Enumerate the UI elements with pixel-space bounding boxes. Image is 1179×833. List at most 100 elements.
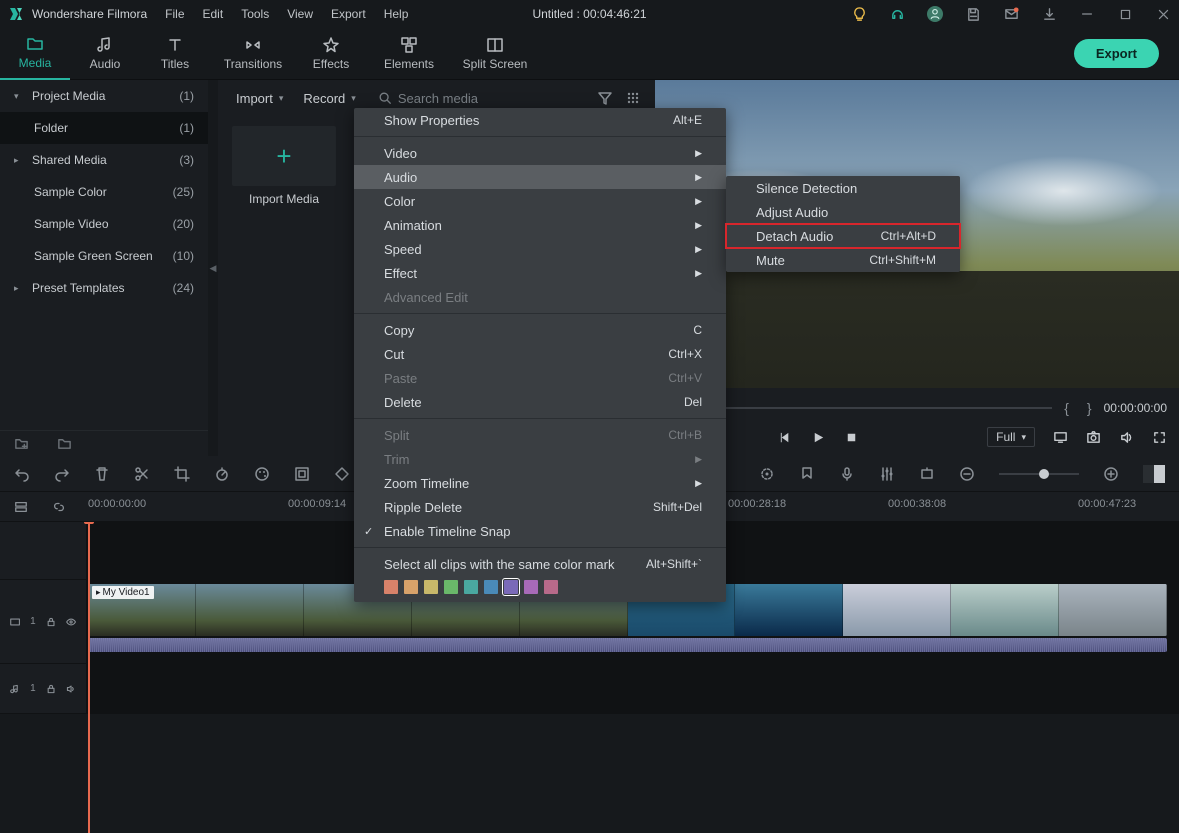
menu-item-show-properties[interactable]: Show PropertiesAlt+E <box>354 108 726 132</box>
render-icon[interactable] <box>759 466 775 482</box>
snapshot-icon[interactable] <box>1086 430 1101 445</box>
sidebar-item-project-media[interactable]: ▾Project Media(1) <box>0 80 208 112</box>
sidebar-item-preset-templates[interactable]: ▸Preset Templates(24) <box>0 272 208 304</box>
filter-icon[interactable] <box>597 90 613 106</box>
tab-titles[interactable]: Titles <box>140 28 210 80</box>
color-icon[interactable] <box>254 466 270 482</box>
folder-icon[interactable] <box>57 436 72 451</box>
color-swatch[interactable] <box>524 580 538 594</box>
add-marker-icon[interactable] <box>919 466 935 482</box>
undo-icon[interactable] <box>14 466 30 482</box>
voiceover-icon[interactable] <box>839 466 855 482</box>
menu-item-select-all-clips-with-the-same-color-mark[interactable]: Select all clips with the same color mar… <box>354 552 726 576</box>
color-swatch[interactable] <box>544 580 558 594</box>
support-icon[interactable] <box>889 6 905 22</box>
track-adjust-icon[interactable] <box>14 500 28 514</box>
menu-item-ripple-delete[interactable]: Ripple DeleteShift+Del <box>354 495 726 519</box>
sidebar-item-sample-color[interactable]: Sample Color(25) <box>0 176 208 208</box>
eye-icon[interactable] <box>66 616 76 628</box>
mark-out-icon[interactable]: } <box>1087 400 1092 416</box>
keyframe-icon[interactable] <box>334 466 350 482</box>
tab-elements[interactable]: Elements <box>366 28 452 80</box>
new-folder-icon[interactable] <box>14 436 29 451</box>
menu-item-color[interactable]: Color▶ <box>354 189 726 213</box>
speed-icon[interactable] <box>214 466 230 482</box>
tab-media[interactable]: Media <box>0 28 70 80</box>
menu-item-effect[interactable]: Effect▶ <box>354 261 726 285</box>
skip-back-icon[interactable] <box>778 430 793 445</box>
color-swatch[interactable] <box>384 580 398 594</box>
lock-icon[interactable] <box>46 683 56 695</box>
color-swatch[interactable] <box>424 580 438 594</box>
tab-transitions[interactable]: Transitions <box>210 28 296 80</box>
menu-item-animation[interactable]: Animation▶ <box>354 213 726 237</box>
menu-export[interactable]: Export <box>331 7 366 21</box>
delete-icon[interactable] <box>94 466 110 482</box>
minimize-icon[interactable] <box>1079 6 1095 22</box>
zoom-in-icon[interactable] <box>1103 466 1119 482</box>
record-dropdown[interactable]: Record▾ <box>299 88 359 109</box>
grid-view-icon[interactable] <box>625 90 641 106</box>
fullscreen-icon[interactable] <box>1152 430 1167 445</box>
menu-item-enable-timeline-snap[interactable]: Enable Timeline Snap <box>354 519 726 543</box>
menu-item-silence-detection[interactable]: Silence Detection <box>726 176 960 200</box>
playhead[interactable] <box>88 522 90 833</box>
menu-item-adjust-audio[interactable]: Adjust Audio <box>726 200 960 224</box>
menu-item-audio[interactable]: Audio▶ <box>354 165 726 189</box>
split-icon[interactable] <box>134 466 150 482</box>
menu-item-mute[interactable]: MuteCtrl+Shift+M <box>726 248 960 272</box>
menu-view[interactable]: View <box>287 7 313 21</box>
tab-effects[interactable]: Effects <box>296 28 366 80</box>
stop-icon[interactable] <box>844 430 859 445</box>
color-swatch[interactable] <box>444 580 458 594</box>
sidebar-item-shared-media[interactable]: ▸Shared Media(3) <box>0 144 208 176</box>
link-icon[interactable] <box>52 500 66 514</box>
zoom-out-icon[interactable] <box>959 466 975 482</box>
track-body-audio2[interactable] <box>86 664 1179 713</box>
message-icon[interactable] <box>1003 6 1019 22</box>
menu-edit[interactable]: Edit <box>203 7 224 21</box>
menu-tools[interactable]: Tools <box>241 7 269 21</box>
save-icon[interactable] <box>965 6 981 22</box>
sidebar-item-sample-green-screen[interactable]: Sample Green Screen(10) <box>0 240 208 272</box>
color-swatch[interactable] <box>504 580 518 594</box>
tips-icon[interactable] <box>851 6 867 22</box>
quality-dropdown[interactable]: Full▾ <box>987 427 1035 447</box>
menu-item-video[interactable]: Video▶ <box>354 141 726 165</box>
import-dropdown[interactable]: Import▾ <box>232 88 287 109</box>
download-icon[interactable] <box>1041 6 1057 22</box>
maximize-icon[interactable] <box>1117 6 1133 22</box>
display-icon[interactable] <box>1053 430 1068 445</box>
volume-icon[interactable] <box>1119 430 1134 445</box>
audio-waveform[interactable] <box>88 638 1167 652</box>
audio-mixer-icon[interactable] <box>879 466 895 482</box>
menu-item-copy[interactable]: CopyC <box>354 318 726 342</box>
account-icon[interactable] <box>927 6 943 22</box>
collapse-handle[interactable]: ◀ <box>208 80 218 456</box>
tab-split-screen[interactable]: Split Screen <box>452 28 538 80</box>
play-icon[interactable] <box>811 430 826 445</box>
export-button[interactable]: Export <box>1074 39 1159 68</box>
zoom-fit-icon[interactable] <box>1143 465 1165 483</box>
mark-in-icon[interactable]: { <box>1064 400 1069 416</box>
menu-item-zoom-timeline[interactable]: Zoom Timeline▶ <box>354 471 726 495</box>
color-swatch[interactable] <box>484 580 498 594</box>
crop-icon[interactable] <box>174 466 190 482</box>
green-screen-icon[interactable] <box>294 466 310 482</box>
marker-icon[interactable] <box>799 466 815 482</box>
import-media-card[interactable]: + Import Media <box>232 126 336 206</box>
tab-audio[interactable]: Audio <box>70 28 140 80</box>
menu-help[interactable]: Help <box>384 7 409 21</box>
zoom-slider[interactable] <box>999 473 1079 475</box>
mute-icon[interactable] <box>66 683 76 695</box>
menu-item-cut[interactable]: CutCtrl+X <box>354 342 726 366</box>
close-icon[interactable] <box>1155 6 1171 22</box>
search-input[interactable] <box>398 91 518 106</box>
lock-icon[interactable] <box>46 616 56 628</box>
menu-item-detach-audio[interactable]: Detach AudioCtrl+Alt+D <box>726 224 960 248</box>
menu-file[interactable]: File <box>165 7 184 21</box>
sidebar-item-folder[interactable]: Folder(1) <box>0 112 208 144</box>
color-swatch[interactable] <box>464 580 478 594</box>
color-swatch[interactable] <box>404 580 418 594</box>
sidebar-item-sample-video[interactable]: Sample Video(20) <box>0 208 208 240</box>
